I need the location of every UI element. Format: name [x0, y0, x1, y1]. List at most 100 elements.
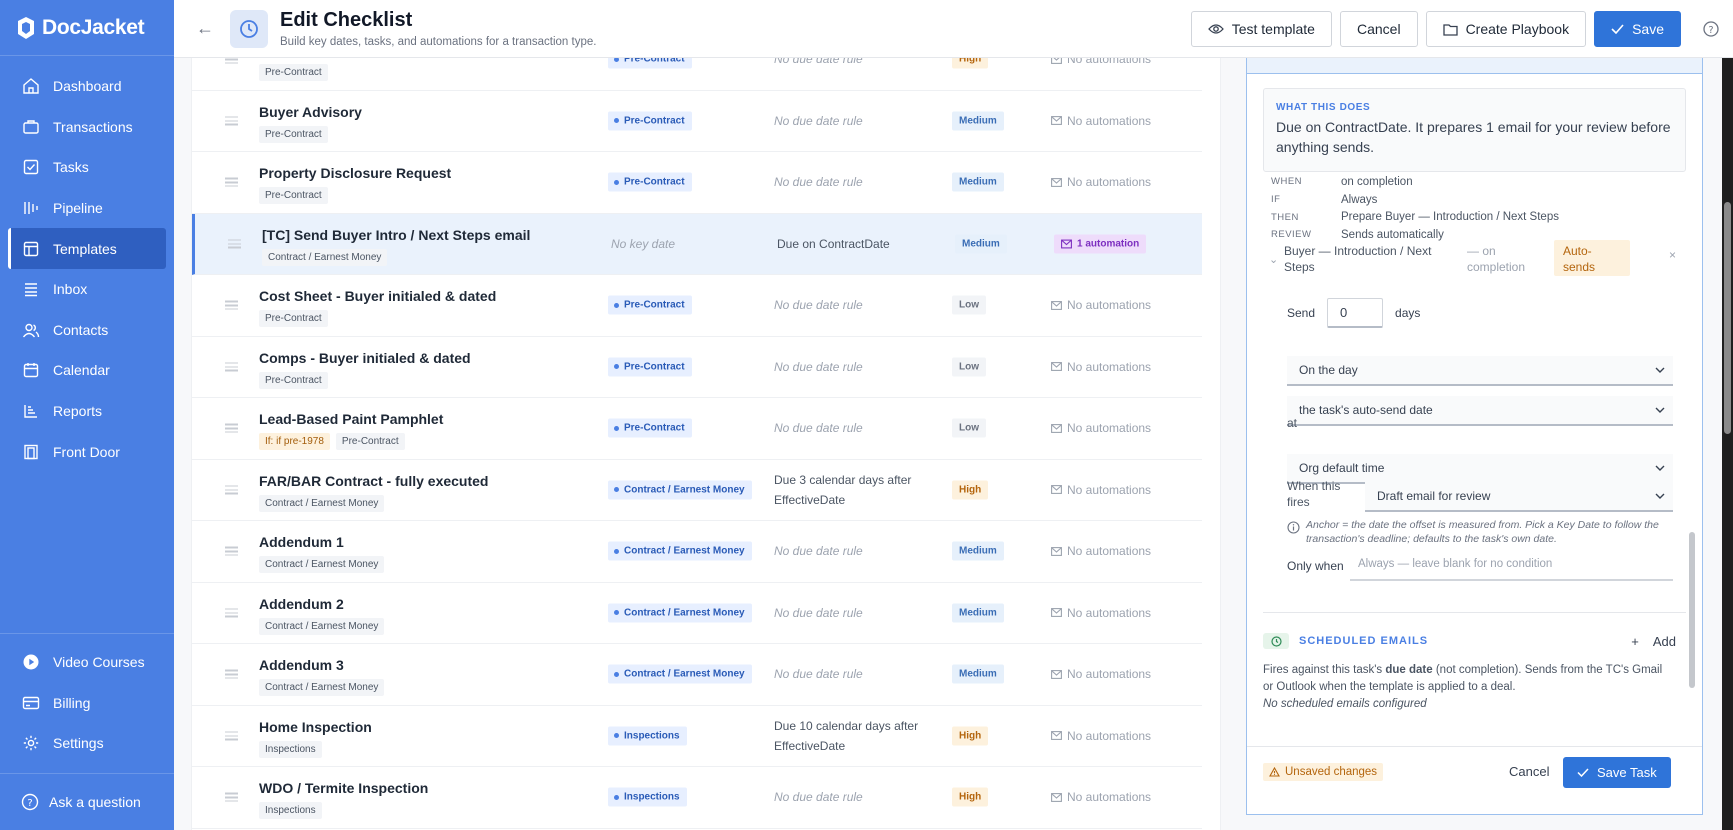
drag-handle-icon[interactable] — [225, 485, 238, 495]
task-name: Addendum 3 — [259, 657, 344, 673]
scheduled-emails-title: SCHEDULED EMAILS — [1299, 635, 1429, 647]
sidebar-item-label: Front Door — [53, 443, 120, 460]
back-arrow-icon[interactable]: ← — [194, 18, 216, 40]
fires-select-value: Draft email for review — [1377, 489, 1491, 503]
mail-icon — [1051, 792, 1062, 802]
drag-handle-icon[interactable] — [225, 669, 238, 679]
drag-handle-icon[interactable] — [225, 362, 238, 372]
sidebar-item-templates[interactable]: Templates — [8, 228, 166, 269]
drag-handle-icon[interactable] — [225, 116, 238, 126]
task-row[interactable]: Home Inspection Inspections Inspections Due… — [192, 706, 1202, 767]
task-row[interactable]: Addendum 3 Contract / Earnest Money Contra… — [192, 644, 1202, 706]
task-row[interactable]: [TC] Send Buyer Intro / Next Steps email… — [192, 213, 1202, 275]
no-scheduled-emails: No scheduled emails configured — [1263, 698, 1427, 710]
panel-cancel-button[interactable]: Cancel — [1509, 764, 1549, 779]
timing-select[interactable]: On the day — [1287, 356, 1673, 386]
add-scheduled-email-button[interactable]: + Add — [1631, 634, 1676, 649]
docjacket-logo-icon — [18, 16, 34, 39]
sidebar-item-transactions[interactable]: Transactions — [8, 107, 166, 148]
mail-icon — [1051, 362, 1062, 372]
rule-value: Prepare Buyer — Introduction / Next Step… — [1341, 211, 1559, 224]
unsaved-changes-label: Unsaved changes — [1285, 766, 1378, 778]
task-tags: Contract / Earnest Money — [259, 679, 385, 696]
key-date-badge: Pre-Contract — [608, 357, 692, 377]
drag-handle-icon[interactable] — [225, 608, 238, 618]
help-icon[interactable]: ? — [1691, 11, 1731, 47]
drag-handle-icon[interactable] — [225, 423, 238, 433]
task-row[interactable]: Comps - Buyer initialed & dated Pre-Contr… — [192, 337, 1202, 398]
task-row[interactable]: Buyer Advisory Pre-Contract Pre-Contract No… — [192, 91, 1202, 152]
fires-action-select[interactable]: Draft email for review — [1365, 482, 1673, 512]
app-logo[interactable]: DocJacket — [0, 0, 174, 56]
sidebar-item-inbox[interactable]: Inbox — [8, 269, 166, 310]
drag-handle-icon[interactable] — [225, 546, 238, 556]
page-scrollbar-thumb[interactable] — [1724, 202, 1731, 434]
sidebar-item-contacts[interactable]: Contacts — [8, 310, 166, 351]
sidebar-item-tasks[interactable]: Tasks — [8, 147, 166, 188]
sidebar-item-label: Calendar — [53, 362, 110, 379]
anchor-select[interactable]: the task's auto-send date — [1287, 396, 1673, 426]
task-row[interactable]: Pre-Qualification / Pre-Approval LetterP… — [192, 58, 1202, 91]
rule-row: REVIEW Sends automatically — [1271, 226, 1559, 244]
drag-handle-icon[interactable] — [225, 731, 238, 741]
task-row[interactable]: Addendum 2 Contract / Earnest Money Contra… — [192, 583, 1202, 644]
create-playbook-button[interactable]: Create Playbook — [1425, 11, 1587, 47]
automation-status: No automations — [1051, 298, 1151, 312]
svg-text:?: ? — [27, 798, 32, 809]
drag-handle-icon[interactable] — [228, 239, 241, 249]
mail-icon — [1051, 58, 1062, 64]
remove-action-icon[interactable]: × — [1669, 248, 1676, 262]
sidebar-item-billing[interactable]: Billing — [8, 683, 166, 724]
automation-label: No automations — [1067, 728, 1152, 743]
chevron-down-icon[interactable]: ⌄ — [1269, 253, 1278, 266]
sidebar-item-pipeline[interactable]: Pipeline — [8, 188, 166, 229]
only-when-input[interactable]: Always — leave blank for no condition — [1350, 549, 1673, 581]
drag-handle-icon[interactable] — [225, 300, 238, 310]
ask-question-link[interactable]: ? Ask a question — [0, 773, 174, 830]
send-days-input[interactable]: 0 — [1327, 298, 1384, 328]
sidebar-item-settings[interactable]: Settings — [8, 723, 166, 764]
sidebar-item-reports[interactable]: Reports — [8, 391, 166, 432]
drag-handle-icon[interactable] — [225, 792, 238, 802]
sidebar-item-dashboard[interactable]: Dashboard — [8, 66, 166, 107]
task-row[interactable]: WDO / Termite Inspection Inspections Inspe… — [192, 767, 1202, 829]
sidebar-item-front-door[interactable]: Front Door — [8, 431, 166, 472]
task-row[interactable]: Property Disclosure Request Pre-Contract P… — [192, 152, 1202, 214]
what-this-does-text: Due on ContractDate. It prepares 1 email… — [1276, 119, 1671, 155]
test-template-button[interactable]: Test template — [1190, 11, 1332, 47]
task-tags: Contract / Earnest Money — [259, 556, 385, 573]
task-row[interactable]: FAR/BAR Contract - fully executed Contrac… — [192, 460, 1202, 521]
mail-icon — [1051, 731, 1062, 741]
task-row[interactable]: Addendum 1 Contract / Earnest Money Contra… — [192, 521, 1202, 583]
task-row[interactable]: Cost Sheet - Buyer initialed & dated Pre-… — [192, 275, 1202, 337]
scheduled-emails-description: Fires against this task's due date (not … — [1263, 662, 1663, 695]
task-row[interactable]: Lead-Based Paint Pamphlet If: if pre-1978… — [192, 398, 1202, 460]
mail-icon — [1051, 116, 1062, 126]
sidebar-item-label: Pipeline — [53, 200, 103, 217]
task-tags: Inspections — [259, 802, 322, 819]
task-name: FAR/BAR Contract - fully executed — [259, 472, 489, 489]
priority-badge: High — [952, 480, 989, 500]
save-button[interactable]: Save — [1594, 11, 1681, 47]
priority-badge: Medium — [952, 603, 1004, 623]
chevron-down-icon — [1655, 465, 1665, 471]
task-tags: Contract / Earnest Money — [262, 248, 388, 266]
priority-badge: Medium — [952, 111, 1004, 131]
automation-label: No automations — [1067, 790, 1152, 805]
task-tag: If: if pre-1978 — [259, 433, 330, 450]
action-email-name: Buyer — Introduction / Next Steps — [1284, 244, 1432, 274]
rule-key: WHEN — [1271, 176, 1303, 188]
mail-icon — [1051, 423, 1062, 433]
cancel-button[interactable]: Cancel — [1339, 11, 1418, 47]
sidebar-item-calendar[interactable]: Calendar — [8, 350, 166, 391]
panel-scrollbar[interactable] — [1689, 532, 1695, 688]
panel-top-bar — [1247, 58, 1702, 74]
drag-handle-icon[interactable] — [225, 58, 238, 64]
sidebar-nav: Dashboard Transactions Tasks Pipeline Templa… — [0, 56, 174, 472]
task-name: Comps - Buyer initialed & dated — [259, 349, 471, 366]
time-select-value: Org default time — [1299, 461, 1385, 475]
page-scrollbar[interactable] — [1722, 58, 1733, 830]
drag-handle-icon[interactable] — [225, 177, 238, 187]
save-task-button[interactable]: Save Task — [1563, 757, 1671, 788]
sidebar-item-video-courses[interactable]: Video Courses — [8, 642, 166, 683]
